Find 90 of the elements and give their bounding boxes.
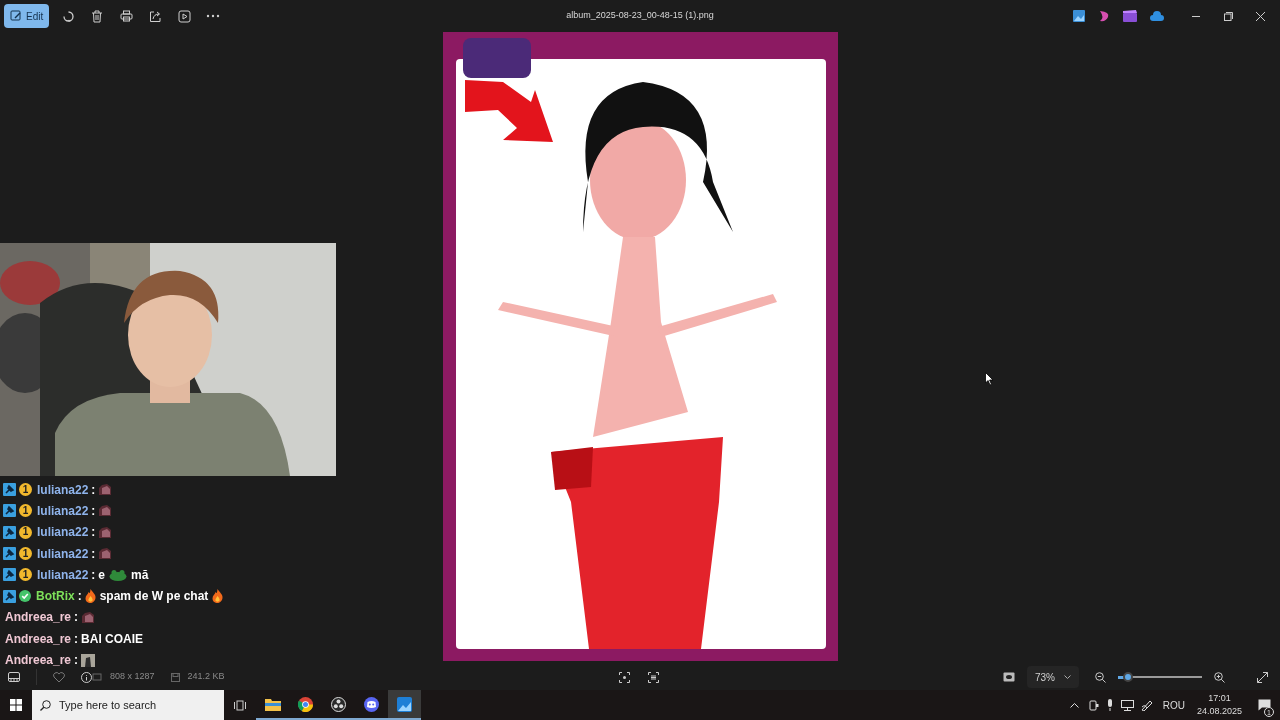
camera-tray-icon <box>1088 699 1099 711</box>
check-badge-icon <box>19 590 31 603</box>
file-size: 241.2 KB <box>187 670 225 684</box>
chat-separator: : <box>91 481 96 499</box>
save-icon <box>170 672 180 682</box>
chat-username: Andreea_re <box>5 630 72 648</box>
coin-badge: 1 <box>19 483 32 497</box>
play-icon <box>177 9 191 23</box>
network-icon <box>1120 699 1134 711</box>
chat-username: Iuliana22 <box>37 524 89 542</box>
emote-icon <box>98 547 113 561</box>
more-icon <box>206 14 221 18</box>
fire-icon <box>212 589 224 604</box>
fire-icon <box>84 589 96 604</box>
chat-separator: : <box>91 502 96 520</box>
coin-badge: 1 <box>19 525 32 539</box>
chat-separator: : <box>74 609 79 627</box>
chat-message-text: mă <box>131 566 149 584</box>
photos-taskbar-icon[interactable] <box>388 690 421 720</box>
coin-badge: 1 <box>19 547 32 561</box>
image-size-icon <box>92 672 102 682</box>
clock-date: 24.08.2025 <box>1196 705 1242 718</box>
zoom-out-button[interactable] <box>1095 671 1106 683</box>
zoom-slider[interactable] <box>1118 671 1202 683</box>
search-field[interactable]: Type here to search <box>32 690 224 720</box>
edit-icon <box>10 10 22 22</box>
chat-separator: : <box>77 588 82 606</box>
scan-text-button[interactable] <box>648 671 659 683</box>
emote-icon <box>98 525 113 539</box>
notification-icon <box>1257 699 1271 711</box>
coin-badge: 1 <box>19 504 32 518</box>
pen-icon <box>1140 699 1153 711</box>
fit-button[interactable] <box>619 671 630 683</box>
moderator-badge-icon <box>3 504 16 518</box>
chat-separator: : <box>91 566 96 584</box>
moderator-badge-icon <box>3 483 16 497</box>
clock[interactable]: 17:01 24.08.2025 <box>1190 692 1248 718</box>
emote-icon <box>98 483 113 497</box>
actual-size-icon <box>1003 672 1015 682</box>
emote-icon <box>98 504 113 518</box>
trash-icon <box>91 9 104 23</box>
window-title: album_2025-08-23_00-48-15 (1).png <box>566 9 714 23</box>
chat-separator: : <box>91 524 96 542</box>
coin-badge: 1 <box>19 568 32 582</box>
filmstrip-icon <box>8 672 20 682</box>
printer-icon <box>119 10 133 22</box>
info-button[interactable] <box>81 671 92 683</box>
chat-separator: : <box>74 652 79 669</box>
chat-username: Iuliana22 <box>37 566 89 584</box>
moderator-badge-icon <box>3 568 16 582</box>
chat-message-text: e <box>98 566 106 584</box>
search-icon <box>40 700 51 711</box>
zoom-in-button[interactable] <box>1214 671 1225 683</box>
chat-username: Iuliana22 <box>37 502 89 520</box>
cursor-icon <box>985 372 994 386</box>
microphone-icon <box>1105 699 1114 711</box>
image-dimensions: 808 x 1287 <box>110 670 155 684</box>
sticker-icon <box>81 653 96 667</box>
language-indicator[interactable]: ROU <box>1156 697 1191 713</box>
windows-logo-icon <box>10 699 22 711</box>
minimize-icon <box>1192 15 1200 17</box>
cloud-icon <box>1150 11 1164 21</box>
emote-icon <box>81 610 96 624</box>
rotate-icon <box>61 9 75 23</box>
edit-button[interactable]: Edit <box>4 4 50 28</box>
caret-icon <box>1064 675 1071 679</box>
share-icon <box>148 9 162 23</box>
moderator-badge-icon <box>3 547 16 561</box>
chat-username: Iuliana22 <box>37 545 89 563</box>
restore-icon <box>1223 11 1233 21</box>
chat-message-text: spam de W pe chat <box>99 588 209 606</box>
frog-emote-icon <box>109 568 128 581</box>
photo-app-icon <box>1073 10 1085 22</box>
close-icon <box>1255 11 1265 21</box>
fullscreen-button[interactable] <box>1257 671 1268 683</box>
chat-separator: : <box>74 630 79 648</box>
task-view-icon <box>234 699 246 711</box>
clapper-app-icon <box>1123 10 1137 22</box>
zoom-dropdown[interactable]: 73% <box>1027 666 1079 688</box>
chat-username: Andreea_re <box>5 609 72 627</box>
chat-username: Andreea_re <box>5 652 72 669</box>
moderator-badge-icon <box>3 525 16 539</box>
chat-message-text: BAI COAIE <box>81 630 144 648</box>
chat-separator: : <box>91 545 96 563</box>
swirl-app-icon <box>1098 10 1110 22</box>
moderator-badge-icon <box>3 589 16 603</box>
chat-username: Iuliana22 <box>37 481 89 499</box>
favorite-button[interactable] <box>53 671 65 683</box>
clock-time: 17:01 <box>1208 692 1231 705</box>
chat-username: BotRix <box>36 588 75 606</box>
